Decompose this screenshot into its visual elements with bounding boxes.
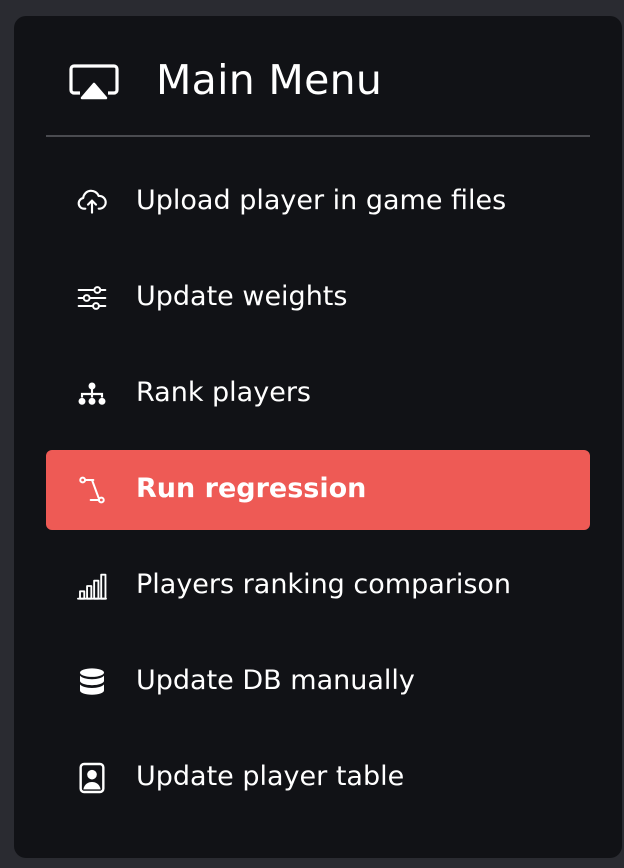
menu-item-label: Update weights xyxy=(136,281,348,312)
menu-item-rank-players[interactable]: Rank players xyxy=(46,354,590,434)
menu-title: Main Menu xyxy=(156,56,383,104)
menu-item-update-db-manually[interactable]: Update DB manually xyxy=(46,642,590,722)
menu-item-update-weights[interactable]: Update weights xyxy=(46,258,590,338)
menu-item-players-ranking-comparison[interactable]: Players ranking comparison xyxy=(46,546,590,626)
hierarchy-icon xyxy=(76,378,108,410)
vector-path-icon xyxy=(76,474,108,506)
cloud-upload-icon xyxy=(76,186,108,218)
bar-chart-icon xyxy=(76,570,108,602)
menu-item-label: Players ranking comparison xyxy=(136,569,512,600)
menu-item-label: Update player table xyxy=(136,761,405,792)
airplay-icon xyxy=(68,63,120,103)
database-icon xyxy=(76,666,108,698)
menu-item-label: Upload player in game files xyxy=(136,185,507,216)
menu-item-label: Update DB manually xyxy=(136,665,415,696)
header-divider xyxy=(46,135,590,137)
menu-item-run-regression[interactable]: Run regression xyxy=(46,450,590,530)
menu-header: Main Menu xyxy=(14,16,622,136)
menu-item-label: Run regression xyxy=(136,473,367,504)
person-badge-icon xyxy=(76,762,108,794)
main-menu-panel: Main Menu Upload player in game files Up xyxy=(14,16,622,858)
menu-item-upload-player-files[interactable]: Upload player in game files xyxy=(46,162,590,242)
menu-item-update-player-table[interactable]: Update player table xyxy=(46,738,590,818)
sliders-icon xyxy=(76,282,108,314)
menu-item-label: Rank players xyxy=(136,377,311,408)
